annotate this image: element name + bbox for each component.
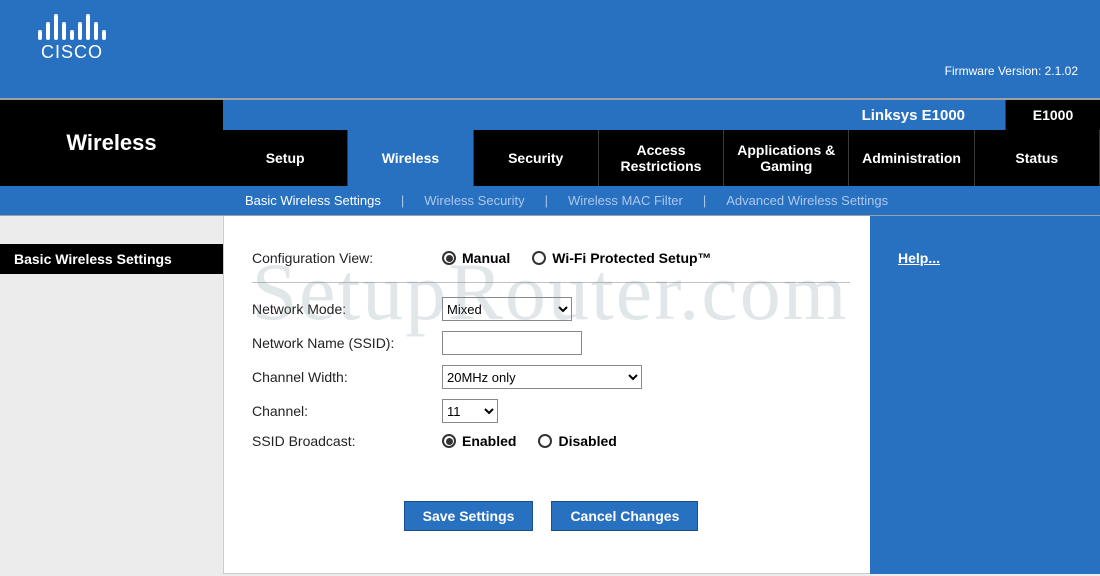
form-panel: Configuration View: Manual Wi-Fi Protect… [223, 216, 870, 574]
subnav: Basic Wireless Settings | Wireless Secur… [0, 186, 1100, 216]
radio-group-broadcast: Enabled Disabled [442, 433, 617, 449]
model-short: E1000 [1005, 100, 1100, 130]
cisco-logo-icon [38, 12, 106, 40]
row-config-view: Configuration View: Manual Wi-Fi Protect… [252, 250, 850, 283]
product-name: Linksys E1000 [822, 107, 1005, 124]
page-title: Wireless [0, 100, 223, 186]
tabs-row: Setup Wireless Security Access Restricti… [223, 130, 1100, 186]
row-channel: Channel: 11 [252, 399, 850, 423]
radio-label: Disabled [558, 433, 616, 449]
brand-text: CISCO [41, 42, 103, 63]
subnav-mac-filter[interactable]: Wireless MAC Filter [568, 193, 683, 208]
nav-tabs-area: Linksys E1000 E1000 Setup Wireless Secur… [223, 100, 1100, 186]
row-ssid: Network Name (SSID): [252, 331, 850, 355]
tab-administration[interactable]: Administration [849, 130, 974, 186]
select-channel[interactable]: 11 [442, 399, 498, 423]
help-column: Help... [870, 216, 1100, 574]
input-ssid[interactable] [442, 331, 582, 355]
tab-applications-gaming[interactable]: Applications & Gaming [724, 130, 849, 186]
cisco-logo: CISCO [38, 12, 106, 63]
tab-wireless[interactable]: Wireless [348, 130, 473, 186]
label-ssid: Network Name (SSID): [252, 335, 442, 351]
subnav-advanced[interactable]: Advanced Wireless Settings [726, 193, 888, 208]
left-column: Basic Wireless Settings [0, 216, 223, 574]
save-button[interactable]: Save Settings [404, 501, 534, 531]
row-network-mode: Network Mode: Mixed [252, 297, 850, 321]
row-channel-width: Channel Width: 20MHz only [252, 365, 850, 389]
label-config-view: Configuration View: [252, 250, 442, 266]
product-row: Linksys E1000 E1000 [223, 100, 1100, 130]
radio-wps[interactable]: Wi-Fi Protected Setup™ [532, 250, 711, 266]
tab-access-restrictions[interactable]: Access Restrictions [599, 130, 724, 186]
radio-disabled[interactable]: Disabled [538, 433, 616, 449]
subnav-wireless-security[interactable]: Wireless Security [424, 193, 524, 208]
firmware-version: Firmware Version: 2.1.02 [945, 64, 1078, 78]
radio-label: Enabled [462, 433, 516, 449]
radio-icon [532, 251, 546, 265]
button-bar: Save Settings Cancel Changes [252, 501, 850, 531]
label-channel: Channel: [252, 403, 442, 419]
tab-status[interactable]: Status [975, 130, 1100, 186]
radio-group-config-view: Manual Wi-Fi Protected Setup™ [442, 250, 712, 266]
radio-enabled[interactable]: Enabled [442, 433, 516, 449]
label-network-mode: Network Mode: [252, 301, 442, 317]
label-channel-width: Channel Width: [252, 369, 442, 385]
cancel-button[interactable]: Cancel Changes [551, 501, 698, 531]
subnav-basic-wireless[interactable]: Basic Wireless Settings [245, 193, 381, 208]
radio-icon [442, 434, 456, 448]
radio-label: Wi-Fi Protected Setup™ [552, 250, 711, 266]
tab-setup[interactable]: Setup [223, 130, 348, 186]
help-link[interactable]: Help... [898, 250, 940, 266]
row-ssid-broadcast: SSID Broadcast: Enabled Disabled [252, 433, 850, 449]
select-network-mode[interactable]: Mixed [442, 297, 572, 321]
label-ssid-broadcast: SSID Broadcast: [252, 433, 442, 449]
select-channel-width[interactable]: 20MHz only [442, 365, 642, 389]
radio-label: Manual [462, 250, 510, 266]
radio-manual[interactable]: Manual [442, 250, 510, 266]
section-title: Basic Wireless Settings [0, 244, 223, 274]
radio-icon [538, 434, 552, 448]
radio-icon [442, 251, 456, 265]
header: CISCO Firmware Version: 2.1.02 [0, 0, 1100, 100]
content: Basic Wireless Settings Configuration Vi… [0, 216, 1100, 574]
nav-strip: Wireless Linksys E1000 E1000 Setup Wirel… [0, 100, 1100, 186]
tab-security[interactable]: Security [474, 130, 599, 186]
